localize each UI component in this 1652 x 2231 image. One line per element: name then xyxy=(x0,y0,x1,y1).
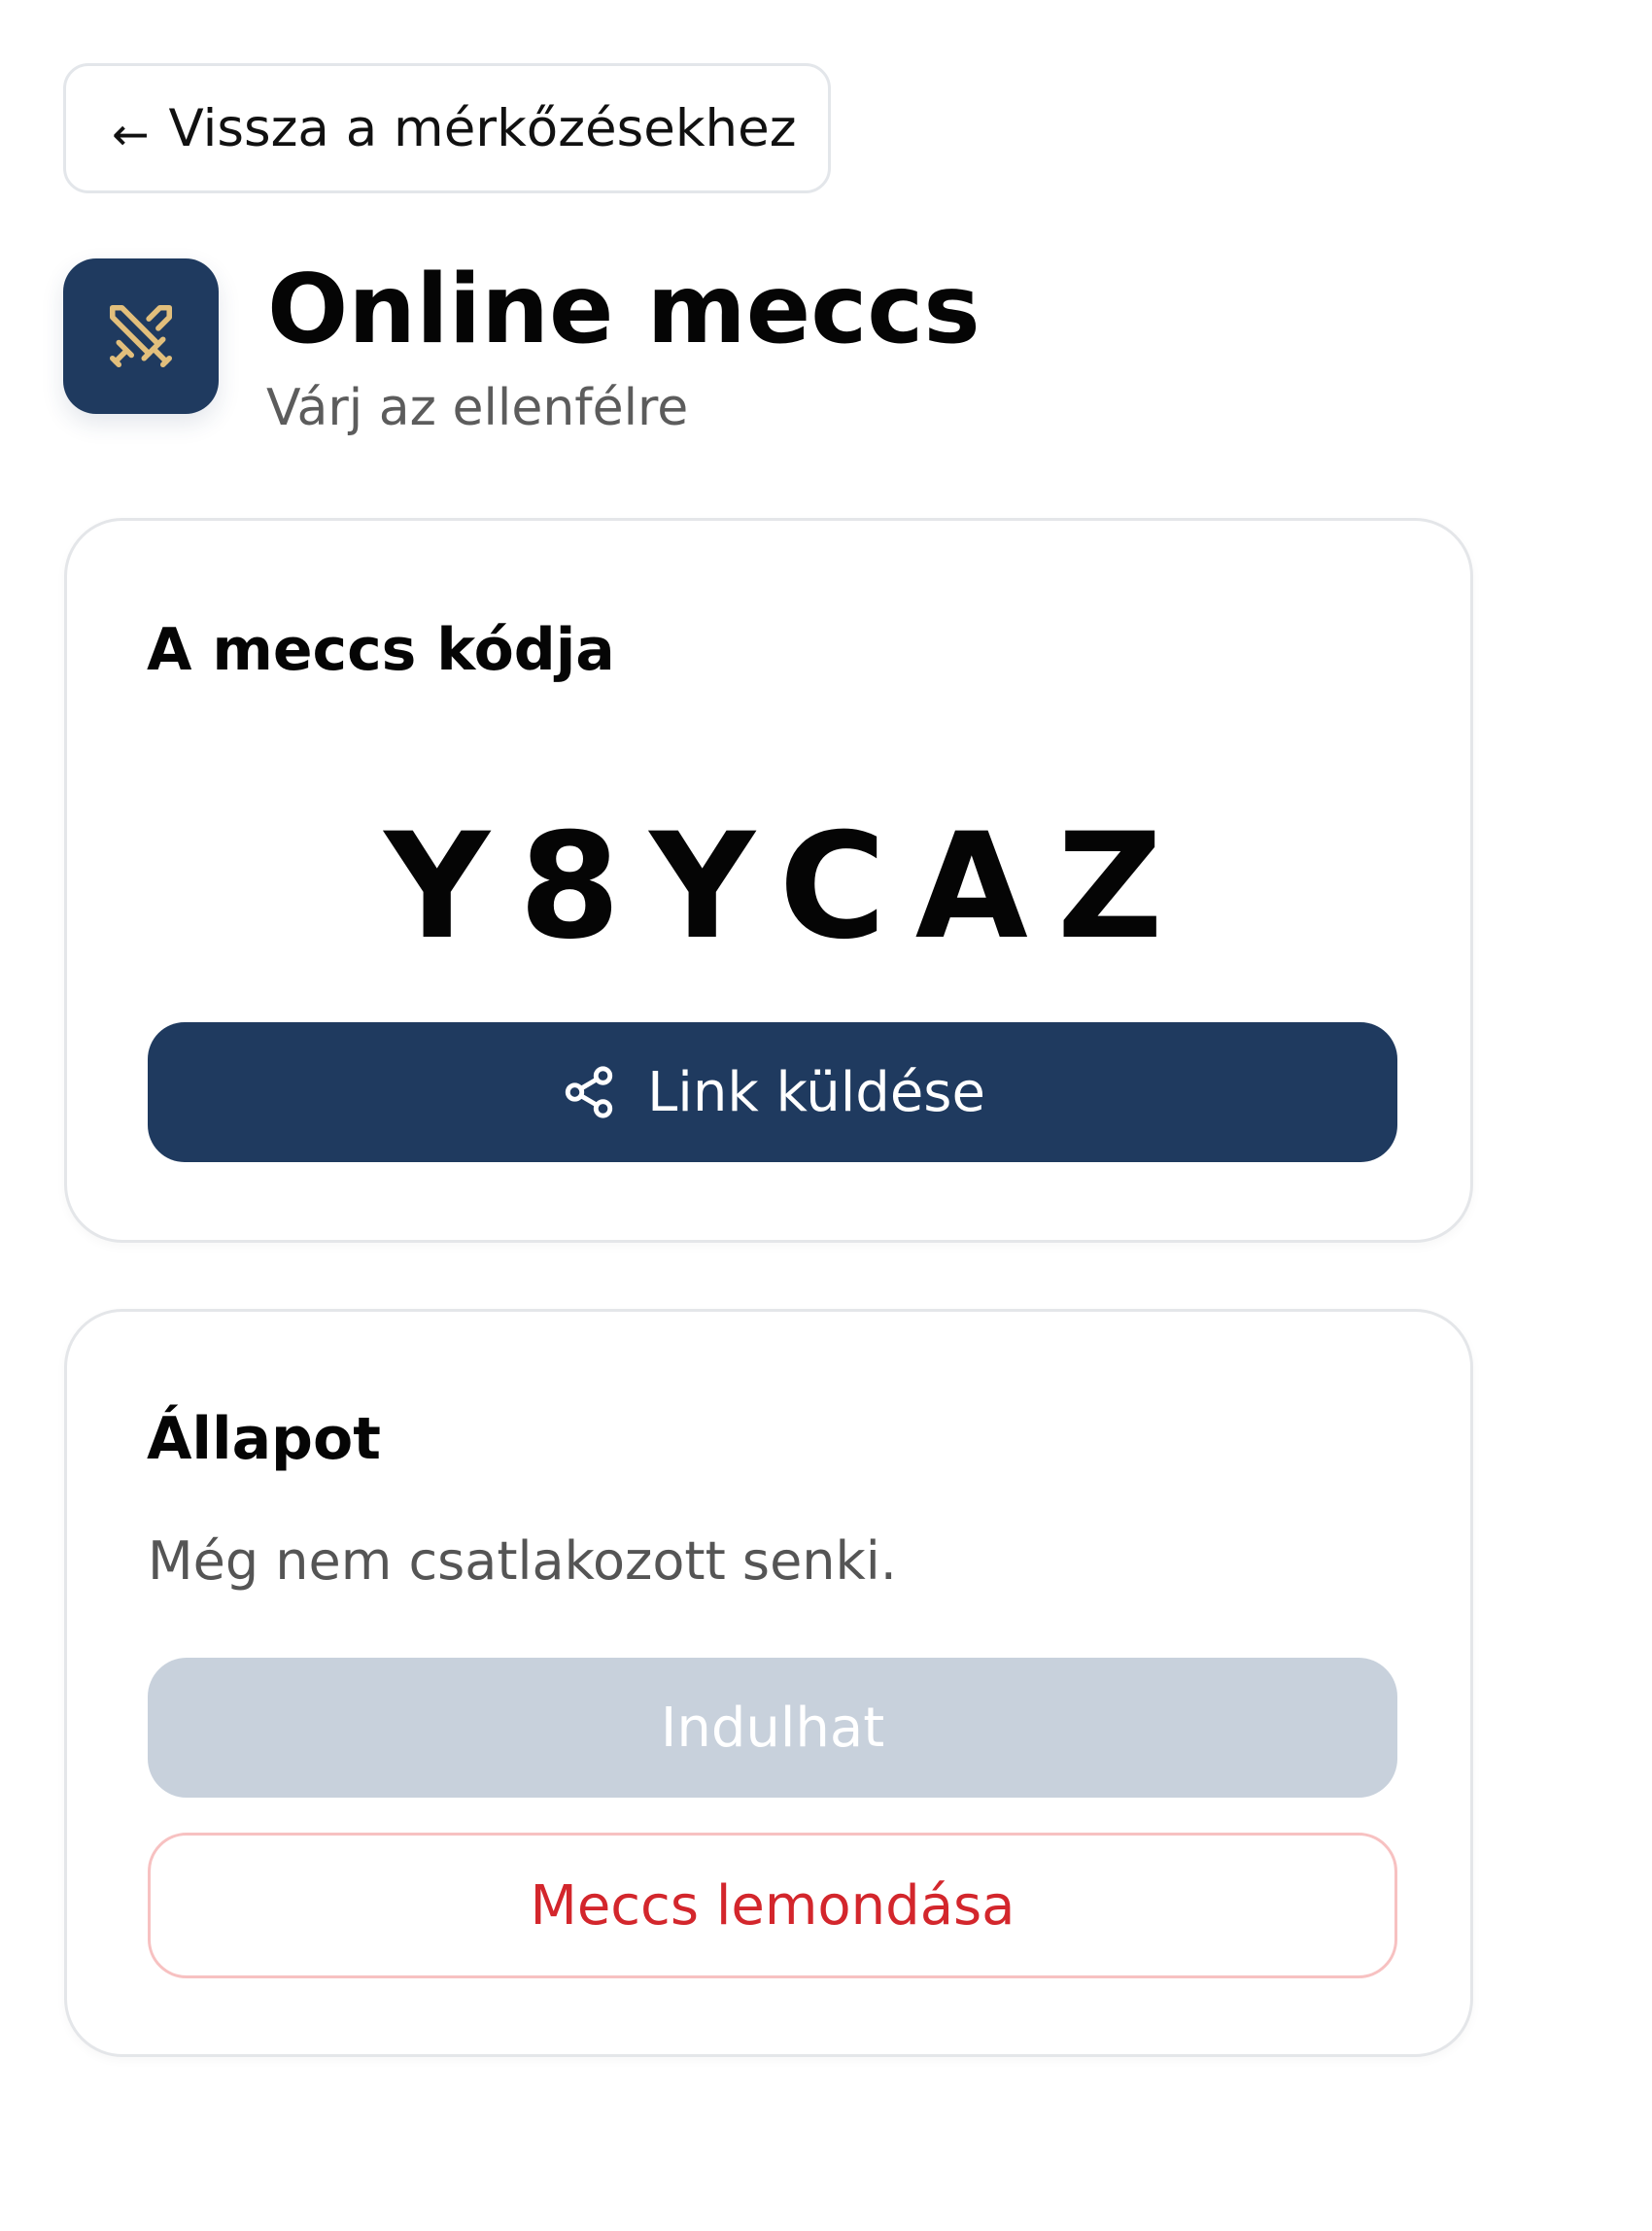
status-message: Még nem csatlakozott senki. xyxy=(148,1530,897,1592)
back-to-matches-button[interactable]: ← Vissza a mérkőzésekhez xyxy=(63,63,831,193)
match-code-heading: A meccs kódja xyxy=(147,616,615,684)
crossed-swords-icon xyxy=(63,258,219,414)
match-code: Y8YCAZ xyxy=(384,803,1192,972)
page-title: Online meccs xyxy=(267,255,981,365)
back-arrow-icon: ← xyxy=(112,108,150,160)
cancel-match-button[interactable]: Meccs lemondása xyxy=(148,1833,1397,1978)
match-code-card: A meccs kódja Y8YCAZ Link küldése xyxy=(64,518,1473,1243)
cancel-match-label: Meccs lemondása xyxy=(530,1873,1015,1938)
status-card: Állapot Még nem csatlakozott senki. Indu… xyxy=(64,1309,1473,2057)
page-subtitle: Várj az ellenfélre xyxy=(266,379,689,437)
status-heading: Állapot xyxy=(147,1405,381,1473)
back-button-label: Vissza a mérkőzésekhez xyxy=(168,98,797,158)
send-link-label: Link küldése xyxy=(647,1060,985,1124)
start-match-label: Indulhat xyxy=(660,1696,885,1760)
share-icon xyxy=(560,1063,618,1121)
send-link-button[interactable]: Link küldése xyxy=(148,1022,1397,1162)
start-match-button[interactable]: Indulhat xyxy=(148,1658,1397,1798)
